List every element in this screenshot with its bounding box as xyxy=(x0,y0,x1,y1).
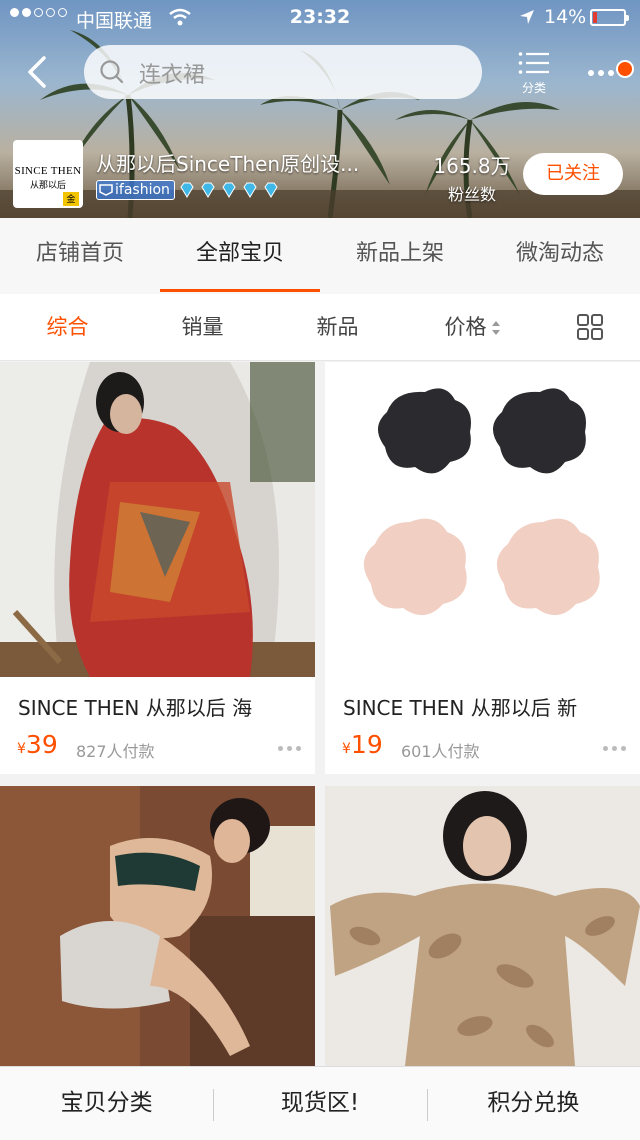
more-options-icon[interactable] xyxy=(278,746,301,751)
more-menu-button[interactable] xyxy=(586,58,634,88)
battery-icon xyxy=(590,9,629,26)
back-arrow-icon[interactable] xyxy=(18,52,58,92)
fans-number: 165.8万 xyxy=(433,154,511,178)
sort-bar: 综合 销量 新品 价格 xyxy=(0,294,640,361)
in-stock-button[interactable]: 现货区! xyxy=(213,1067,426,1140)
tab-all-items[interactable]: 全部宝贝 xyxy=(160,218,320,294)
payment-count: 827人付款 xyxy=(76,742,155,761)
product-title: SINCE THEN 从那以后 海 xyxy=(18,696,253,720)
product-price: ¥19 xyxy=(342,730,383,759)
gold-badge: 金 xyxy=(63,192,79,206)
diamond-rank-icon xyxy=(264,182,278,198)
sort-new[interactable]: 新品 xyxy=(270,294,405,360)
search-placeholder: 连衣裙 xyxy=(139,63,206,88)
product-card[interactable]: SINCE THEN 从那以后 海 ¥39 827人付款 xyxy=(0,362,315,774)
sort-arrows-icon xyxy=(491,321,500,335)
more-options-icon[interactable] xyxy=(603,746,626,751)
shop-logo[interactable]: SINCE THEN 从那以后 金 xyxy=(13,140,83,208)
product-card[interactable] xyxy=(325,786,640,1066)
ifashion-icon xyxy=(99,184,113,196)
shop-tabs: 店铺首页 全部宝贝 新品上架 微淘动态 xyxy=(0,218,640,294)
category-button[interactable]: 分类 xyxy=(512,50,556,96)
notification-dot-icon xyxy=(616,60,634,78)
tab-new-arrivals[interactable]: 新品上架 xyxy=(320,218,480,294)
search-input[interactable]: 连衣裙 xyxy=(84,45,482,99)
logo-text-en: SINCE THEN xyxy=(14,165,82,177)
category-label: 分类 xyxy=(521,81,546,95)
sort-price-label: 价格 xyxy=(444,315,487,339)
grid-view-button[interactable] xyxy=(540,294,640,360)
tab-shop-home[interactable]: 店铺首页 xyxy=(0,218,160,294)
bottom-bar: 宝贝分类 现货区! 积分兑换 xyxy=(0,1066,640,1140)
currency-symbol: ¥ xyxy=(342,741,351,757)
item-category-button[interactable]: 宝贝分类 xyxy=(0,1067,213,1140)
sort-sales[interactable]: 销量 xyxy=(135,294,270,360)
fans-label: 粉丝数 xyxy=(447,185,496,204)
location-arrow-icon xyxy=(520,10,534,24)
sort-price[interactable]: 价格 xyxy=(405,294,540,360)
list-icon xyxy=(518,52,549,74)
payment-count: 601人付款 xyxy=(401,742,480,761)
product-image xyxy=(0,786,315,1066)
ifashion-label: ifashion xyxy=(115,182,170,198)
price-value: 39 xyxy=(25,730,58,759)
diamond-rank-icon xyxy=(201,182,215,198)
product-price: ¥39 xyxy=(17,730,58,759)
product-image xyxy=(0,362,315,677)
ifashion-tag: ifashion xyxy=(96,180,175,200)
product-card[interactable] xyxy=(0,786,315,1066)
points-exchange-button[interactable]: 积分兑换 xyxy=(426,1067,640,1140)
battery-percent: 14% xyxy=(544,6,587,28)
search-icon xyxy=(100,60,124,84)
status-bar: 中国联通 23:32 14% xyxy=(0,0,640,36)
product-image xyxy=(325,362,640,677)
tab-weitao[interactable]: 微淘动态 xyxy=(480,218,640,294)
diamond-rank-icon xyxy=(222,182,236,198)
shop-tags: ifashion xyxy=(96,179,280,201)
follow-button[interactable]: 已关注 xyxy=(523,153,623,195)
product-card[interactable]: SINCE THEN 从那以后 新 ¥19 601人付款 xyxy=(325,362,640,774)
shop-banner: 中国联通 23:32 14% 连衣裙 分类 SINCE THEN 从那以后 金 … xyxy=(0,0,640,218)
diamond-rank-icon xyxy=(180,182,194,198)
currency-symbol: ¥ xyxy=(17,741,26,757)
logo-text-cn: 从那以后 xyxy=(29,180,66,190)
product-image xyxy=(325,786,640,1066)
shop-name[interactable]: 从那以后SinceThen原创设... xyxy=(96,148,359,177)
sort-overall[interactable]: 综合 xyxy=(0,294,135,360)
diamond-rank-icon xyxy=(243,182,257,198)
price-value: 19 xyxy=(350,730,383,759)
product-title: SINCE THEN 从那以后 新 xyxy=(343,696,578,720)
grid-view-icon xyxy=(577,314,603,340)
fans-count: 165.8万 粉丝数 xyxy=(422,150,522,205)
